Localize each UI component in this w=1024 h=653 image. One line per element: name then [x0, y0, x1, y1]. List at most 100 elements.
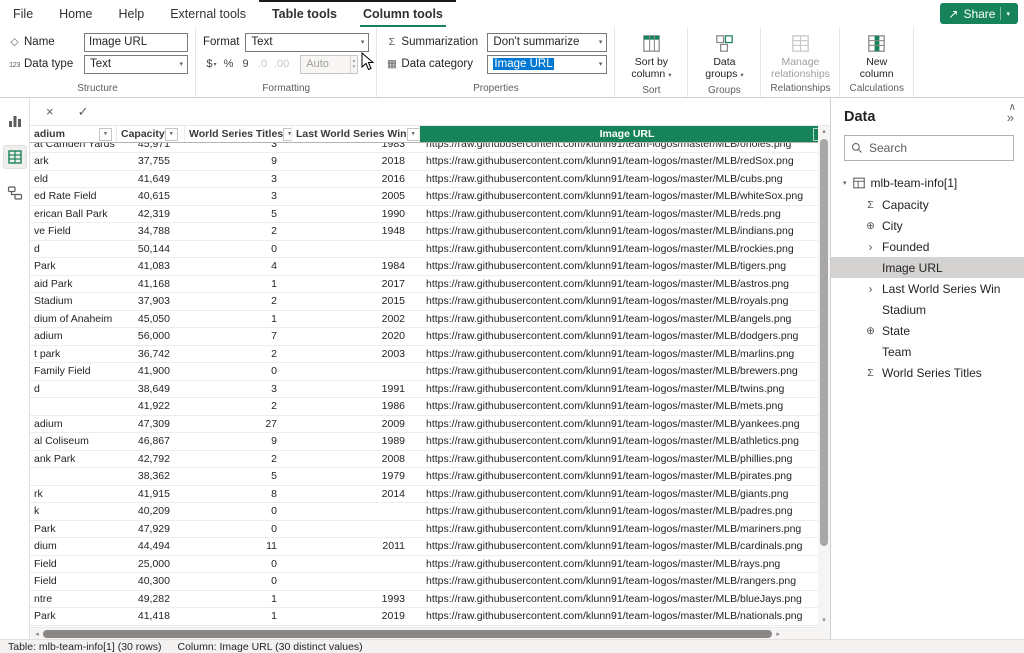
cell-world-series-titles[interactable]: 27	[185, 416, 292, 433]
table-row[interactable]: ve Field 34,788 2 1948 https://raw.githu…	[30, 223, 830, 241]
data-panel-field[interactable]: › Last World Series Win	[831, 278, 1024, 299]
cell-last-world-series-win[interactable]	[292, 363, 420, 380]
table-row[interactable]: aid Park 41,168 1 2017 https://raw.githu…	[30, 276, 830, 294]
cell-world-series-titles[interactable]: 0	[185, 521, 292, 538]
cell-world-series-titles[interactable]: 8	[185, 486, 292, 503]
scroll-down-icon[interactable]: ▾	[822, 616, 826, 626]
cell-stadium[interactable]: rk	[30, 486, 117, 503]
table-row[interactable]: erican Ball Park 42,319 5 1990 https://r…	[30, 206, 830, 224]
cell-image-url[interactable]: https://raw.githubusercontent.com/klunn9…	[420, 398, 830, 415]
cell-last-world-series-win[interactable]: 2017	[292, 276, 420, 293]
horizontal-scrollbar[interactable]: ◂ ▸	[30, 627, 818, 639]
increase-decimal-button[interactable]: .00	[271, 55, 292, 74]
table-row[interactable]: ark 37,755 9 2018 https://raw.githubuser…	[30, 153, 830, 171]
column-header-stadium[interactable]: adium ▾	[30, 126, 117, 142]
cell-world-series-titles[interactable]: 2	[185, 223, 292, 240]
cell-world-series-titles[interactable]: 1	[185, 311, 292, 328]
cell-image-url[interactable]: https://raw.githubusercontent.com/klunn9…	[420, 451, 830, 468]
table-row[interactable]: eld 41,649 3 2016 https://raw.githubuser…	[30, 171, 830, 189]
table-row[interactable]: dium 44,494 11 2011 https://raw.githubus…	[30, 538, 830, 556]
scroll-up-icon[interactable]: ▴	[822, 127, 826, 137]
cell-image-url[interactable]: https://raw.githubusercontent.com/klunn9…	[420, 171, 830, 188]
cell-capacity[interactable]: 41,649	[117, 171, 185, 188]
cell-capacity[interactable]: 44,494	[117, 538, 185, 555]
cell-capacity[interactable]: 37,755	[117, 153, 185, 170]
tab-external-tools[interactable]: External tools	[157, 0, 259, 27]
cell-capacity[interactable]: 46,867	[117, 433, 185, 450]
collapse-ribbon-icon[interactable]: ∧	[1009, 102, 1016, 113]
cell-world-series-titles[interactable]: 11	[185, 538, 292, 555]
cell-last-world-series-win[interactable]: 2020	[292, 328, 420, 345]
cell-stadium[interactable]: Family Field	[30, 363, 117, 380]
search-input[interactable]	[869, 141, 1024, 155]
cell-last-world-series-win[interactable]	[292, 521, 420, 538]
cell-last-world-series-win[interactable]: 1989	[292, 433, 420, 450]
cell-capacity[interactable]: 25,000	[117, 556, 185, 573]
table-row[interactable]: Park 41,083 4 1984 https://raw.githubuse…	[30, 258, 830, 276]
cell-world-series-titles[interactable]: 1	[185, 276, 292, 293]
cell-last-world-series-win[interactable]: 2019	[292, 608, 420, 625]
cell-capacity[interactable]: 45,050	[117, 311, 185, 328]
cell-stadium[interactable]	[30, 398, 117, 415]
cell-capacity[interactable]: 56,000	[117, 328, 185, 345]
cell-last-world-series-win[interactable]: 1948	[292, 223, 420, 240]
commit-icon[interactable]: ✓	[78, 104, 89, 120]
cell-image-url[interactable]: https://raw.githubusercontent.com/klunn9…	[420, 538, 830, 555]
cell-world-series-titles[interactable]: 2	[185, 451, 292, 468]
table-row[interactable]: k 40,209 0 https://raw.githubusercontent…	[30, 503, 830, 521]
cell-image-url[interactable]: https://raw.githubusercontent.com/klunn9…	[420, 433, 830, 450]
data-view-button[interactable]	[4, 146, 26, 168]
cell-capacity[interactable]: 47,929	[117, 521, 185, 538]
cell-capacity[interactable]: 36,742	[117, 346, 185, 363]
table-row[interactable]: dium of Anaheim 45,050 1 2002 https://ra…	[30, 311, 830, 329]
report-view-button[interactable]	[4, 110, 26, 132]
table-row[interactable]: at Camden Yards 45,971 3 1983 https://ra…	[30, 143, 830, 153]
cancel-icon[interactable]: ×	[46, 104, 54, 119]
data-panel-field[interactable]: Stadium	[831, 299, 1024, 320]
cell-capacity[interactable]: 38,649	[117, 381, 185, 398]
cell-world-series-titles[interactable]: 0	[185, 556, 292, 573]
cell-last-world-series-win[interactable]: 2002	[292, 311, 420, 328]
cell-last-world-series-win[interactable]: 2003	[292, 346, 420, 363]
table-row[interactable]: Park 41,418 1 2019 https://raw.githubuse…	[30, 608, 830, 626]
cell-capacity[interactable]: 41,915	[117, 486, 185, 503]
cell-image-url[interactable]: https://raw.githubusercontent.com/klunn9…	[420, 608, 830, 625]
cell-image-url[interactable]: https://raw.githubusercontent.com/klunn9…	[420, 486, 830, 503]
cell-last-world-series-win[interactable]	[292, 241, 420, 258]
decrease-decimal-button[interactable]: .0	[254, 55, 271, 74]
cell-capacity[interactable]: 38,362	[117, 468, 185, 485]
cell-world-series-titles[interactable]: 3	[185, 188, 292, 205]
field-search[interactable]	[844, 135, 1014, 161]
table-row[interactable]: Field 40,300 0 https://raw.githubusercon…	[30, 573, 830, 591]
cell-image-url[interactable]: https://raw.githubusercontent.com/klunn9…	[420, 381, 830, 398]
horizontal-scrollbar-thumb[interactable]	[43, 630, 772, 638]
cell-capacity[interactable]: 49,282	[117, 591, 185, 608]
cell-world-series-titles[interactable]: 5	[185, 468, 292, 485]
vertical-scrollbar[interactable]: ▴ ▾	[818, 126, 830, 627]
cell-stadium[interactable]: dium of Anaheim	[30, 311, 117, 328]
cell-capacity[interactable]: 41,900	[117, 363, 185, 380]
manage-relationships-button[interactable]: Manage relationships	[771, 31, 829, 80]
cell-capacity[interactable]: 47,309	[117, 416, 185, 433]
cell-stadium[interactable]: Park	[30, 521, 117, 538]
cell-image-url[interactable]: https://raw.githubusercontent.com/klunn9…	[420, 468, 830, 485]
format-dropdown[interactable]: Text ▾	[245, 33, 369, 52]
cell-capacity[interactable]: 34,788	[117, 223, 185, 240]
filter-dropdown-icon[interactable]: ▾	[283, 128, 292, 141]
filter-dropdown-icon[interactable]: ▾	[165, 128, 178, 141]
cell-stadium[interactable]: Park	[30, 258, 117, 275]
cell-stadium[interactable]: Park	[30, 608, 117, 625]
data-panel-field[interactable]: Σ World Series Titles	[831, 362, 1024, 383]
cell-stadium[interactable]: ark	[30, 153, 117, 170]
cell-capacity[interactable]: 40,615	[117, 188, 185, 205]
cell-world-series-titles[interactable]: 0	[185, 573, 292, 590]
cell-world-series-titles[interactable]: 3	[185, 381, 292, 398]
cell-image-url[interactable]: https://raw.githubusercontent.com/klunn9…	[420, 241, 830, 258]
decimal-places-stepper[interactable]: Auto ▴ ▾	[300, 55, 358, 74]
cell-capacity[interactable]: 40,300	[117, 573, 185, 590]
cell-last-world-series-win[interactable]: 1990	[292, 206, 420, 223]
cell-stadium[interactable]: al Coliseum	[30, 433, 117, 450]
table-row[interactable]: Family Field 41,900 0 https://raw.github…	[30, 363, 830, 381]
tab-table-tools[interactable]: Table tools	[259, 0, 350, 27]
filter-dropdown-icon[interactable]: ▾	[407, 128, 420, 141]
